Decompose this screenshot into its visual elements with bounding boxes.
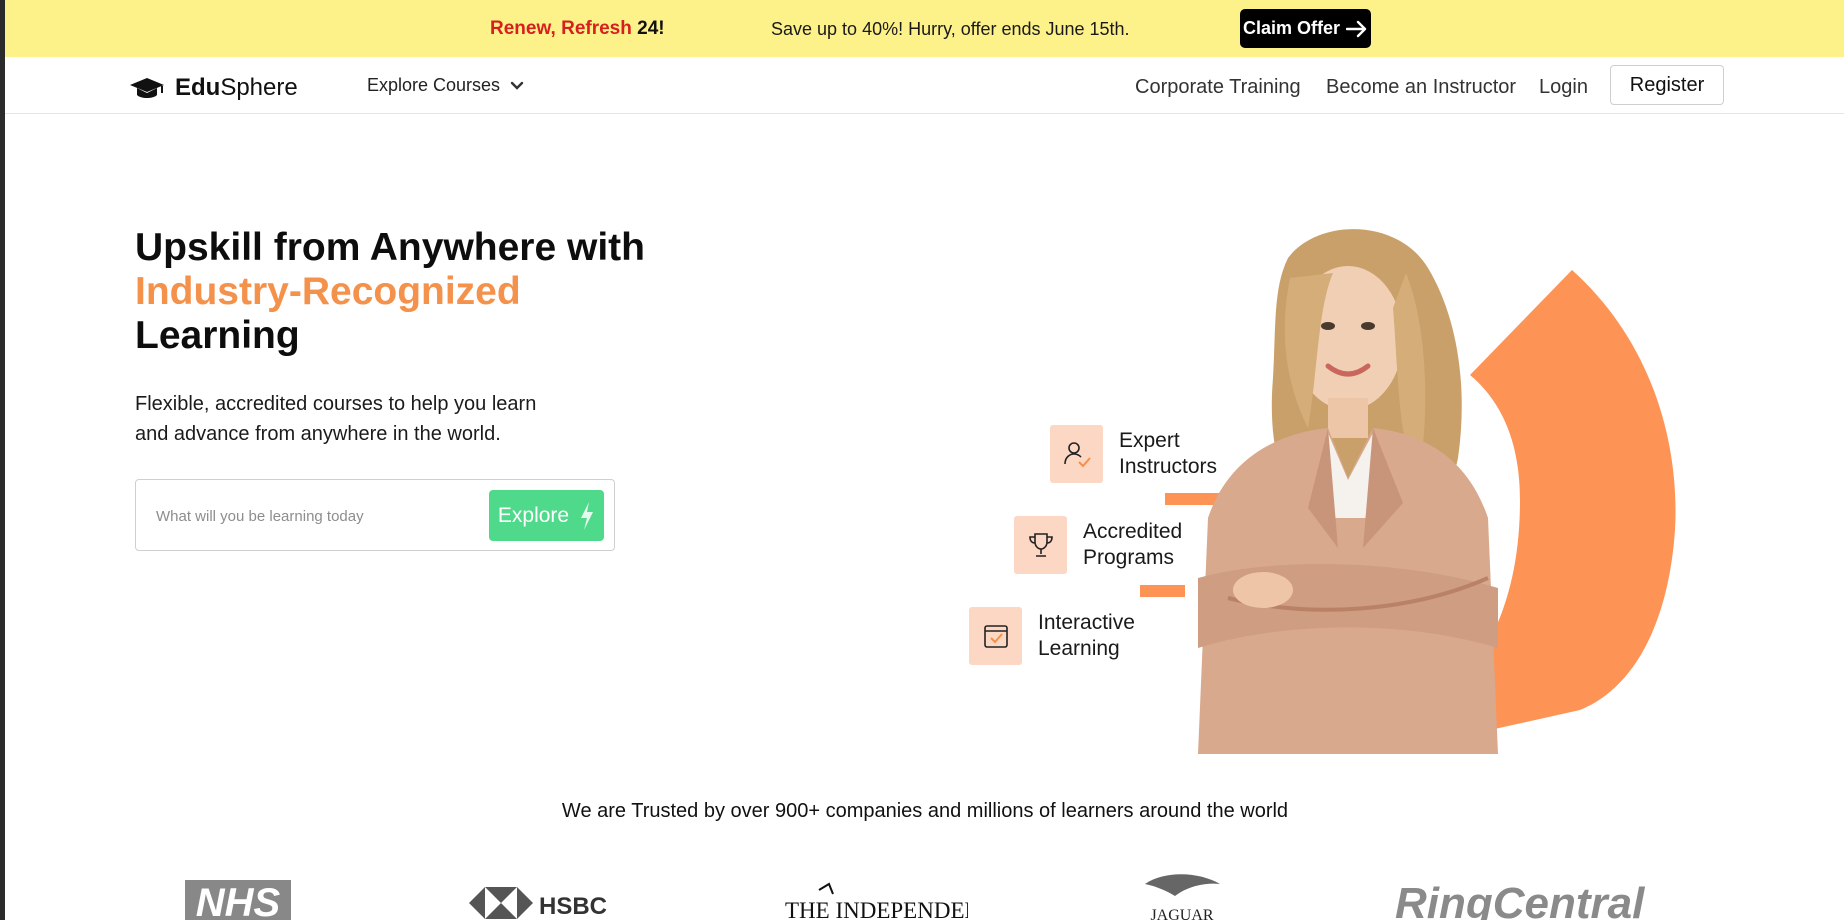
expert-instructor-icon (1050, 425, 1103, 483)
promo-banner: Renew, Refresh 24! Save up to 40%! Hurry… (5, 0, 1844, 57)
nav-become-instructor[interactable]: Become an Instructor (1326, 76, 1516, 99)
hero-subtitle-line2: and advance from anywhere in the world. (135, 423, 501, 445)
feature-accredited-programs: Accredited Programs (1014, 516, 1223, 574)
feature-expert-instructors: Expert Instructors (1050, 425, 1259, 483)
top-navigation: EduSphere Explore Courses Corporate Trai… (5, 57, 1844, 114)
hero-title-line1: Upskill from Anywhere with (135, 226, 645, 269)
promo-renew-text: Renew, Refresh 24! (490, 18, 665, 40)
site-logo[interactable]: EduSphere (129, 74, 298, 102)
instructor-photo (1198, 229, 1498, 754)
claim-offer-label: Claim Offer (1242, 18, 1341, 38)
hero-subtitle-line1: Flexible, accredited courses to help you… (135, 393, 537, 415)
nhs-logo: NHS (185, 880, 291, 920)
arrow-right-icon (1346, 20, 1367, 37)
the-independent-logo: THE INDEPENDENT (785, 882, 968, 920)
svg-text:JAGUAR: JAGUAR (1150, 907, 1213, 920)
nav-corporate-training[interactable]: Corporate Training (1135, 76, 1301, 99)
ringcentral-logo: RingCentral (1395, 879, 1645, 920)
explore-courses-dropdown[interactable]: Explore Courses (367, 75, 524, 96)
feature-interactive-learning: Interactive Learning (969, 607, 1178, 665)
svg-text:THE INDEPENDENT: THE INDEPENDENT (785, 898, 968, 920)
svg-text:RingCentral: RingCentral (1395, 879, 1645, 920)
logo-text: EduSphere (175, 74, 298, 101)
course-search-input[interactable] (154, 500, 488, 532)
claim-offer-button[interactable]: Claim Offer (1240, 9, 1371, 48)
feature-label-interactive: Interactive Learning (1038, 611, 1135, 660)
hero-title-accent: Industry-Recognized (135, 270, 521, 313)
hero-title-line3: Learning (135, 314, 300, 357)
trophy-icon (1014, 516, 1067, 574)
calendar-check-icon (969, 607, 1022, 665)
promo-renew-label: Renew, Refresh (490, 18, 632, 39)
hero-subtitle: Flexible, accredited courses to help you… (135, 389, 555, 449)
svg-text:NHS: NHS (196, 881, 281, 920)
trusted-by-text: We are Trusted by over 900+ companies an… (561, 800, 1289, 822)
hsbc-logo: HSBC (469, 887, 607, 920)
feature-label-accredited: Accredited Programs (1083, 520, 1183, 569)
lightning-icon (581, 501, 594, 530)
promo-message: Save up to 40%! Hurry, offer ends June 1… (771, 19, 1130, 39)
svg-text:HSBC: HSBC (539, 893, 607, 920)
nav-login[interactable]: Login (1539, 76, 1588, 99)
course-search-box: Explore (135, 479, 615, 551)
explore-courses-label: Explore Courses (367, 75, 501, 95)
explore-button-label: Explore (497, 503, 570, 527)
window-frame-edge (0, 0, 5, 920)
feature-label-expert: Expert Instructors (1119, 429, 1218, 478)
promo-renew-number: 24! (637, 18, 665, 39)
brand-logos-row: NHS HSBC THE INDEPENDENT JAGUAR RingCent… (0, 870, 1844, 920)
jaguar-logo: JAGUAR (1145, 874, 1220, 920)
graduation-cap-icon (130, 78, 164, 98)
register-button[interactable]: Register (1610, 65, 1724, 105)
explore-search-button[interactable]: Explore (489, 490, 604, 541)
hero-title: Upskill from Anywhere with Industry-Reco… (135, 226, 645, 358)
chevron-down-icon (510, 81, 524, 90)
